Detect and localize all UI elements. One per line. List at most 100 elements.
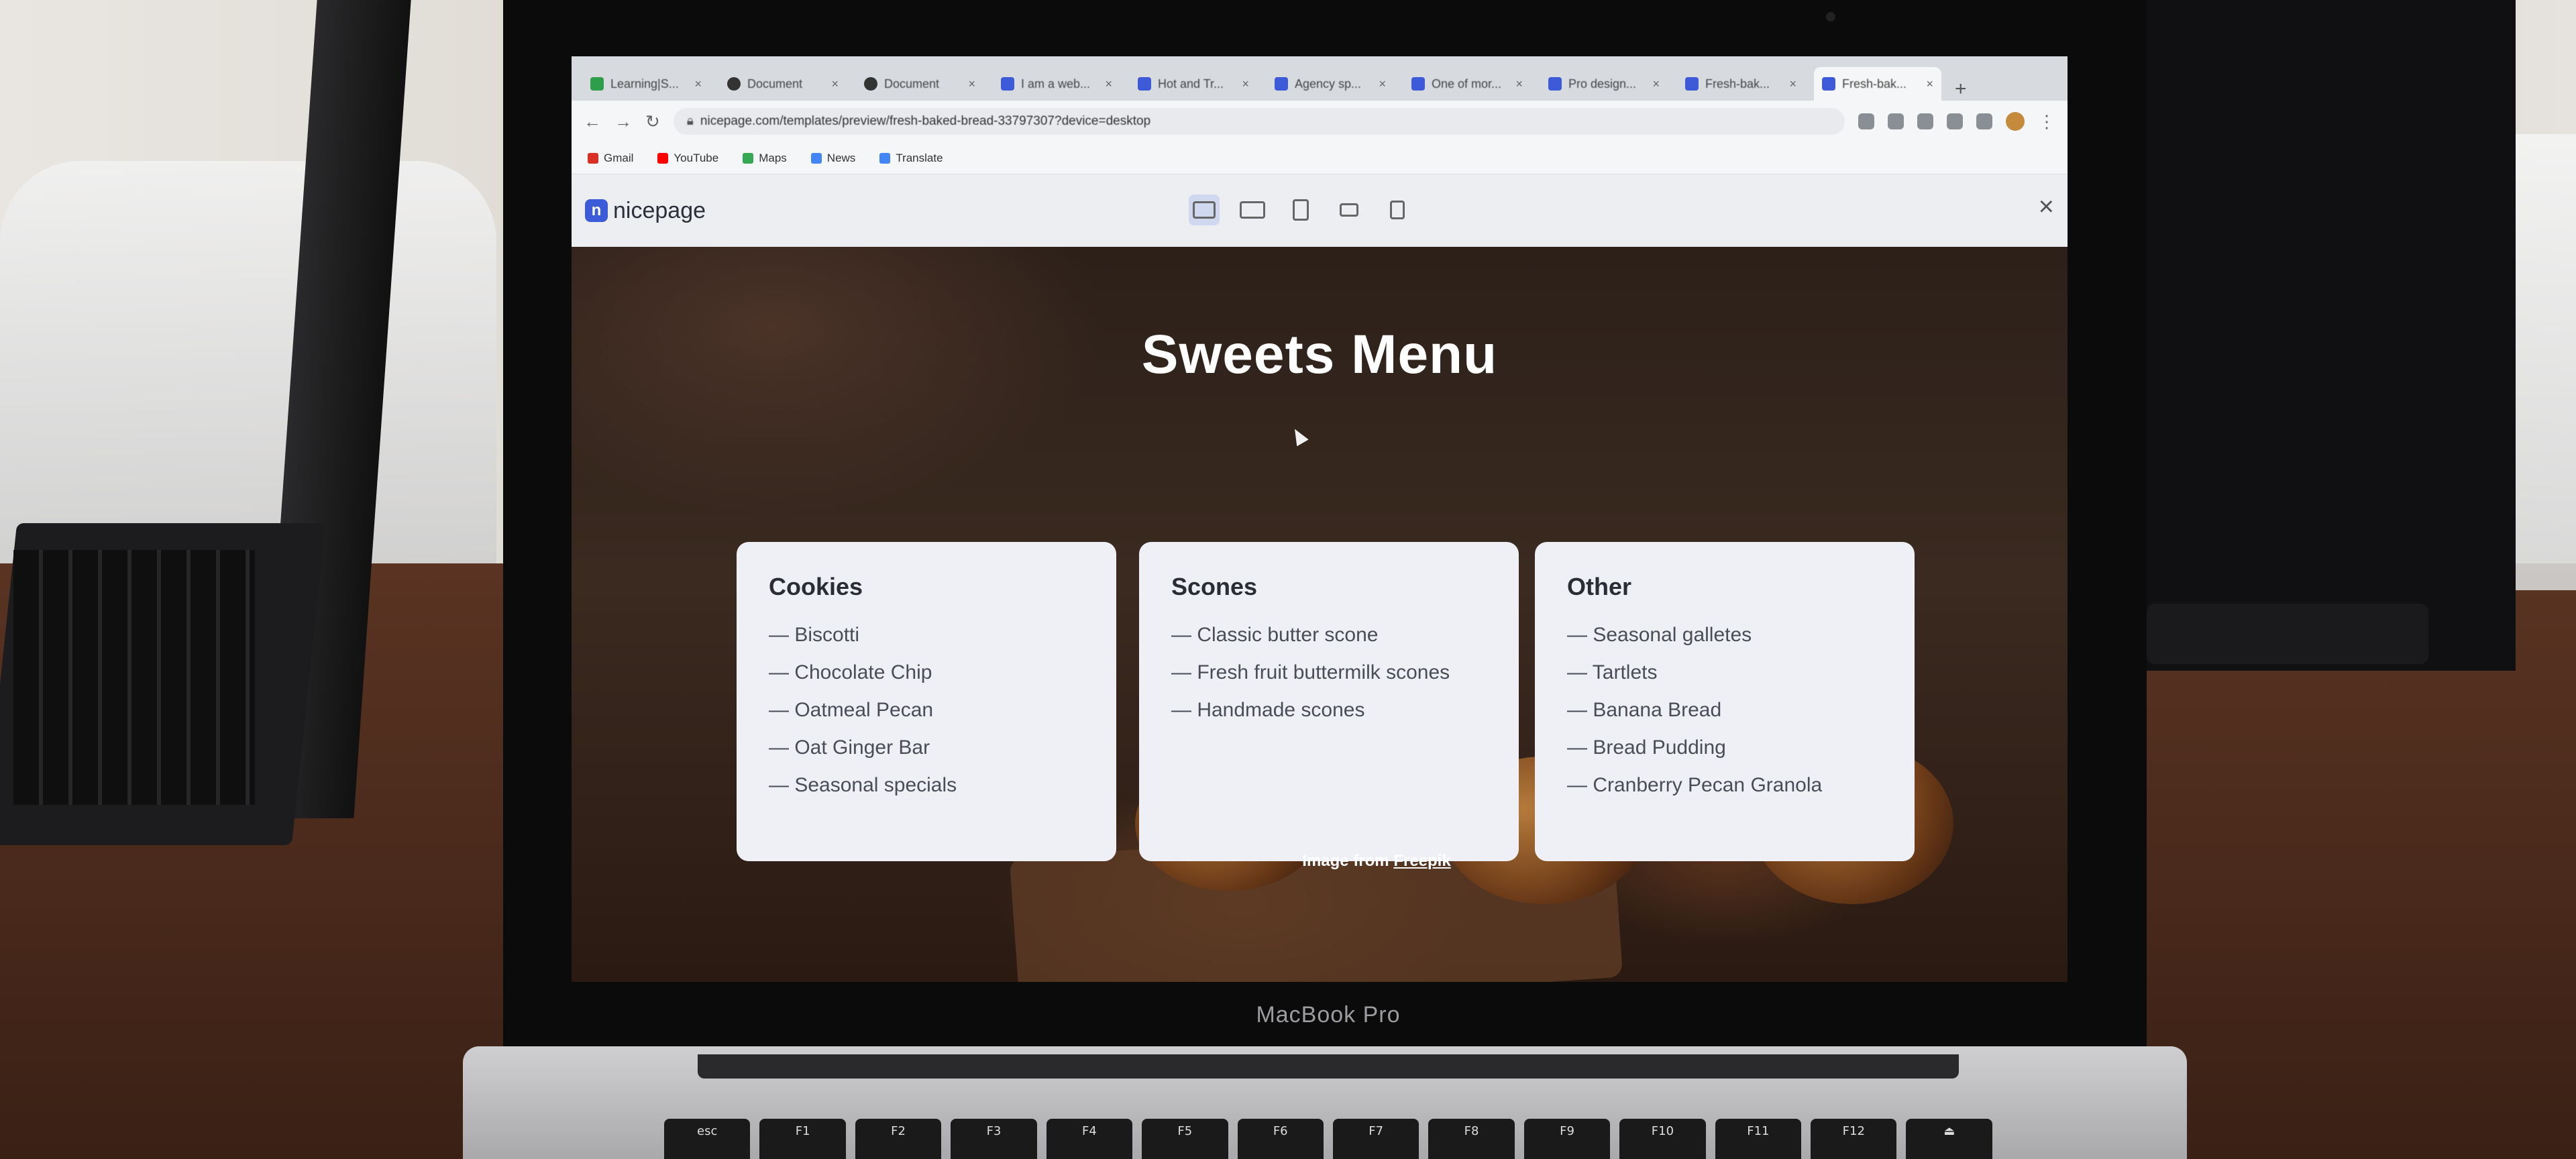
keyboard-key: F12 [1811,1119,1897,1159]
laptop-device-icon[interactable] [1237,195,1268,225]
keyboard-key: F1 [759,1119,846,1159]
close-tab-icon[interactable]: × [694,77,702,91]
close-preview-icon[interactable]: × [2039,192,2054,222]
tab-title: Agency sp... [1295,76,1362,91]
keyboard-key: F8 [1428,1119,1515,1159]
list-item: — Fresh fruit buttermilk scones [1171,661,1450,683]
keyboard-key: F11 [1715,1119,1802,1159]
keyboard-key: F5 [1142,1119,1228,1159]
close-tab-icon[interactable]: × [968,77,975,91]
bookmark-label: Gmail [604,151,634,164]
download-icon[interactable] [1947,113,1963,129]
image-credit: Image from Freepik [1242,852,1511,871]
tablet-landscape-device-icon[interactable] [1334,195,1364,225]
nicepage-icon [1685,77,1699,91]
list-item: — Classic butter scone [1171,624,1379,646]
close-tab-icon[interactable]: × [1652,77,1660,91]
close-tab-icon[interactable]: × [1515,77,1523,91]
browser-tab[interactable]: Fresh-bak... × [1814,67,1941,101]
back-arrow-icon[interactable]: ← [584,111,601,132]
bookmark-favicon-icon [879,152,891,164]
browser-tab[interactable]: Hot and Tr... × [1130,67,1257,101]
keyboard-key: F2 [855,1119,942,1159]
tab-title: Hot and Tr... [1158,76,1224,91]
bookmark-item[interactable]: Translate [879,152,943,165]
close-tab-icon[interactable]: × [1926,77,1933,91]
card-heading: Other [1567,573,1632,600]
list-item: — Biscotti [769,624,860,646]
keyboard-key: ⏏ [1906,1119,1992,1159]
github-icon [727,77,741,91]
browser-tab[interactable]: Agency sp... × [1267,67,1394,101]
nicepage-logo-mark: n [585,199,608,222]
nicepage-icon [1411,77,1425,91]
profile-avatar[interactable] [2006,112,2025,131]
browser-tab[interactable]: I am a web... × [993,67,1120,101]
card-list: — Biscotti — Chocolate Chip — Oatmeal Pe… [769,624,1084,797]
list-item: — Oatmeal Pecan [769,699,934,721]
close-tab-icon[interactable]: × [1789,77,1796,91]
url-field[interactable]: 🔒︎ nicepage.com/templates/preview/fresh-… [673,108,1845,135]
learning-icon [590,77,604,91]
browser-tab[interactable]: Learning|S... × [582,67,710,101]
more-menu-icon[interactable]: ⋮ [2038,111,2055,132]
bookmark-item[interactable]: News [810,152,855,165]
tab-title: I am a web... [1021,76,1091,91]
browser-tab[interactable]: Pro design... × [1540,67,1668,101]
keyboard-key: F6 [1237,1119,1324,1159]
bookmark-favicon-icon [810,152,822,164]
card-list: — Seasonal galletes — Tartlets — Banana … [1567,624,1882,797]
list-item: — Oat Ginger Bar [769,736,930,759]
tab-title: Document [747,76,803,91]
nicepage-icon [1275,77,1288,91]
nicepage-logo[interactable]: n nicepage [585,198,706,224]
tablet-device-icon[interactable] [1285,195,1316,225]
phone-device-icon[interactable] [1382,195,1413,225]
bookmark-item[interactable]: Maps [743,152,787,165]
bookmark-item[interactable]: YouTube [657,152,718,165]
menu-card-other: Other — Seasonal galletes — Tartlets — B… [1535,542,1915,861]
keyboard-key: F9 [1523,1119,1611,1159]
bookmark-label: Maps [759,151,787,164]
tab-title: Document [884,76,940,91]
bookmarks-bar: Gmail YouTube Maps News Translate [572,142,2068,174]
card-list: — Classic butter scone — Fresh fruit but… [1171,624,1487,722]
bookmark-star-icon[interactable] [1888,113,1904,129]
sidebar-icon[interactable] [1976,113,1992,129]
lock-icon: 🔒︎ [686,114,694,128]
bookmark-item[interactable]: Gmail [588,152,633,165]
bookmark-label: Translate [896,151,943,164]
tab-title: Learning|S... [610,76,679,91]
close-tab-icon[interactable]: × [1379,77,1386,91]
menu-card-scones: Scones — Classic butter scone — Fresh fr… [1139,542,1519,861]
share-icon[interactable] [1858,113,1874,129]
nicepage-icon [1138,77,1151,91]
bookmark-label: YouTube [674,151,719,164]
mouse-cursor-icon [1289,425,1309,447]
close-tab-icon[interactable]: × [1105,77,1112,91]
list-item: — Banana Bread [1567,699,1722,721]
freepik-link[interactable]: Freepik [1393,852,1450,870]
credit-prefix: Image from [1302,852,1389,870]
keyboard-key: F4 [1046,1119,1133,1159]
reload-icon[interactable]: ↻ [645,111,660,132]
page-title: Sweets Menu [1141,324,1498,385]
browser-tab[interactable]: Fresh-bak... × [1677,67,1805,101]
list-item: — Seasonal galletes [1567,624,1752,646]
extensions-icon[interactable] [1917,113,1933,129]
browser-tab[interactable]: Document × [719,67,847,101]
bookmark-favicon-icon [657,152,669,164]
desktop-device-icon[interactable] [1189,195,1220,225]
white-chair-left [0,161,496,563]
close-tab-icon[interactable]: × [831,77,839,91]
browser-tab[interactable]: One of mor... × [1403,67,1531,101]
close-tab-icon[interactable]: × [1242,77,1249,91]
dark-monitor-right [2140,0,2516,671]
bookmark-favicon-icon [588,152,598,164]
tab-title: Fresh-bak... [1842,76,1907,91]
new-tab-button[interactable]: + [1955,78,1967,101]
browser-tab[interactable]: Document × [856,67,983,101]
forward-arrow-icon[interactable]: → [614,111,632,132]
function-key-row: esc F1 F2 F3 F4 F5 F6 F7 F8 F9 F10 F11 F12 ⏏ [664,1119,1992,1159]
browser-tab-bar: Learning|S... × Document × Document × I am a w… [572,56,2068,101]
